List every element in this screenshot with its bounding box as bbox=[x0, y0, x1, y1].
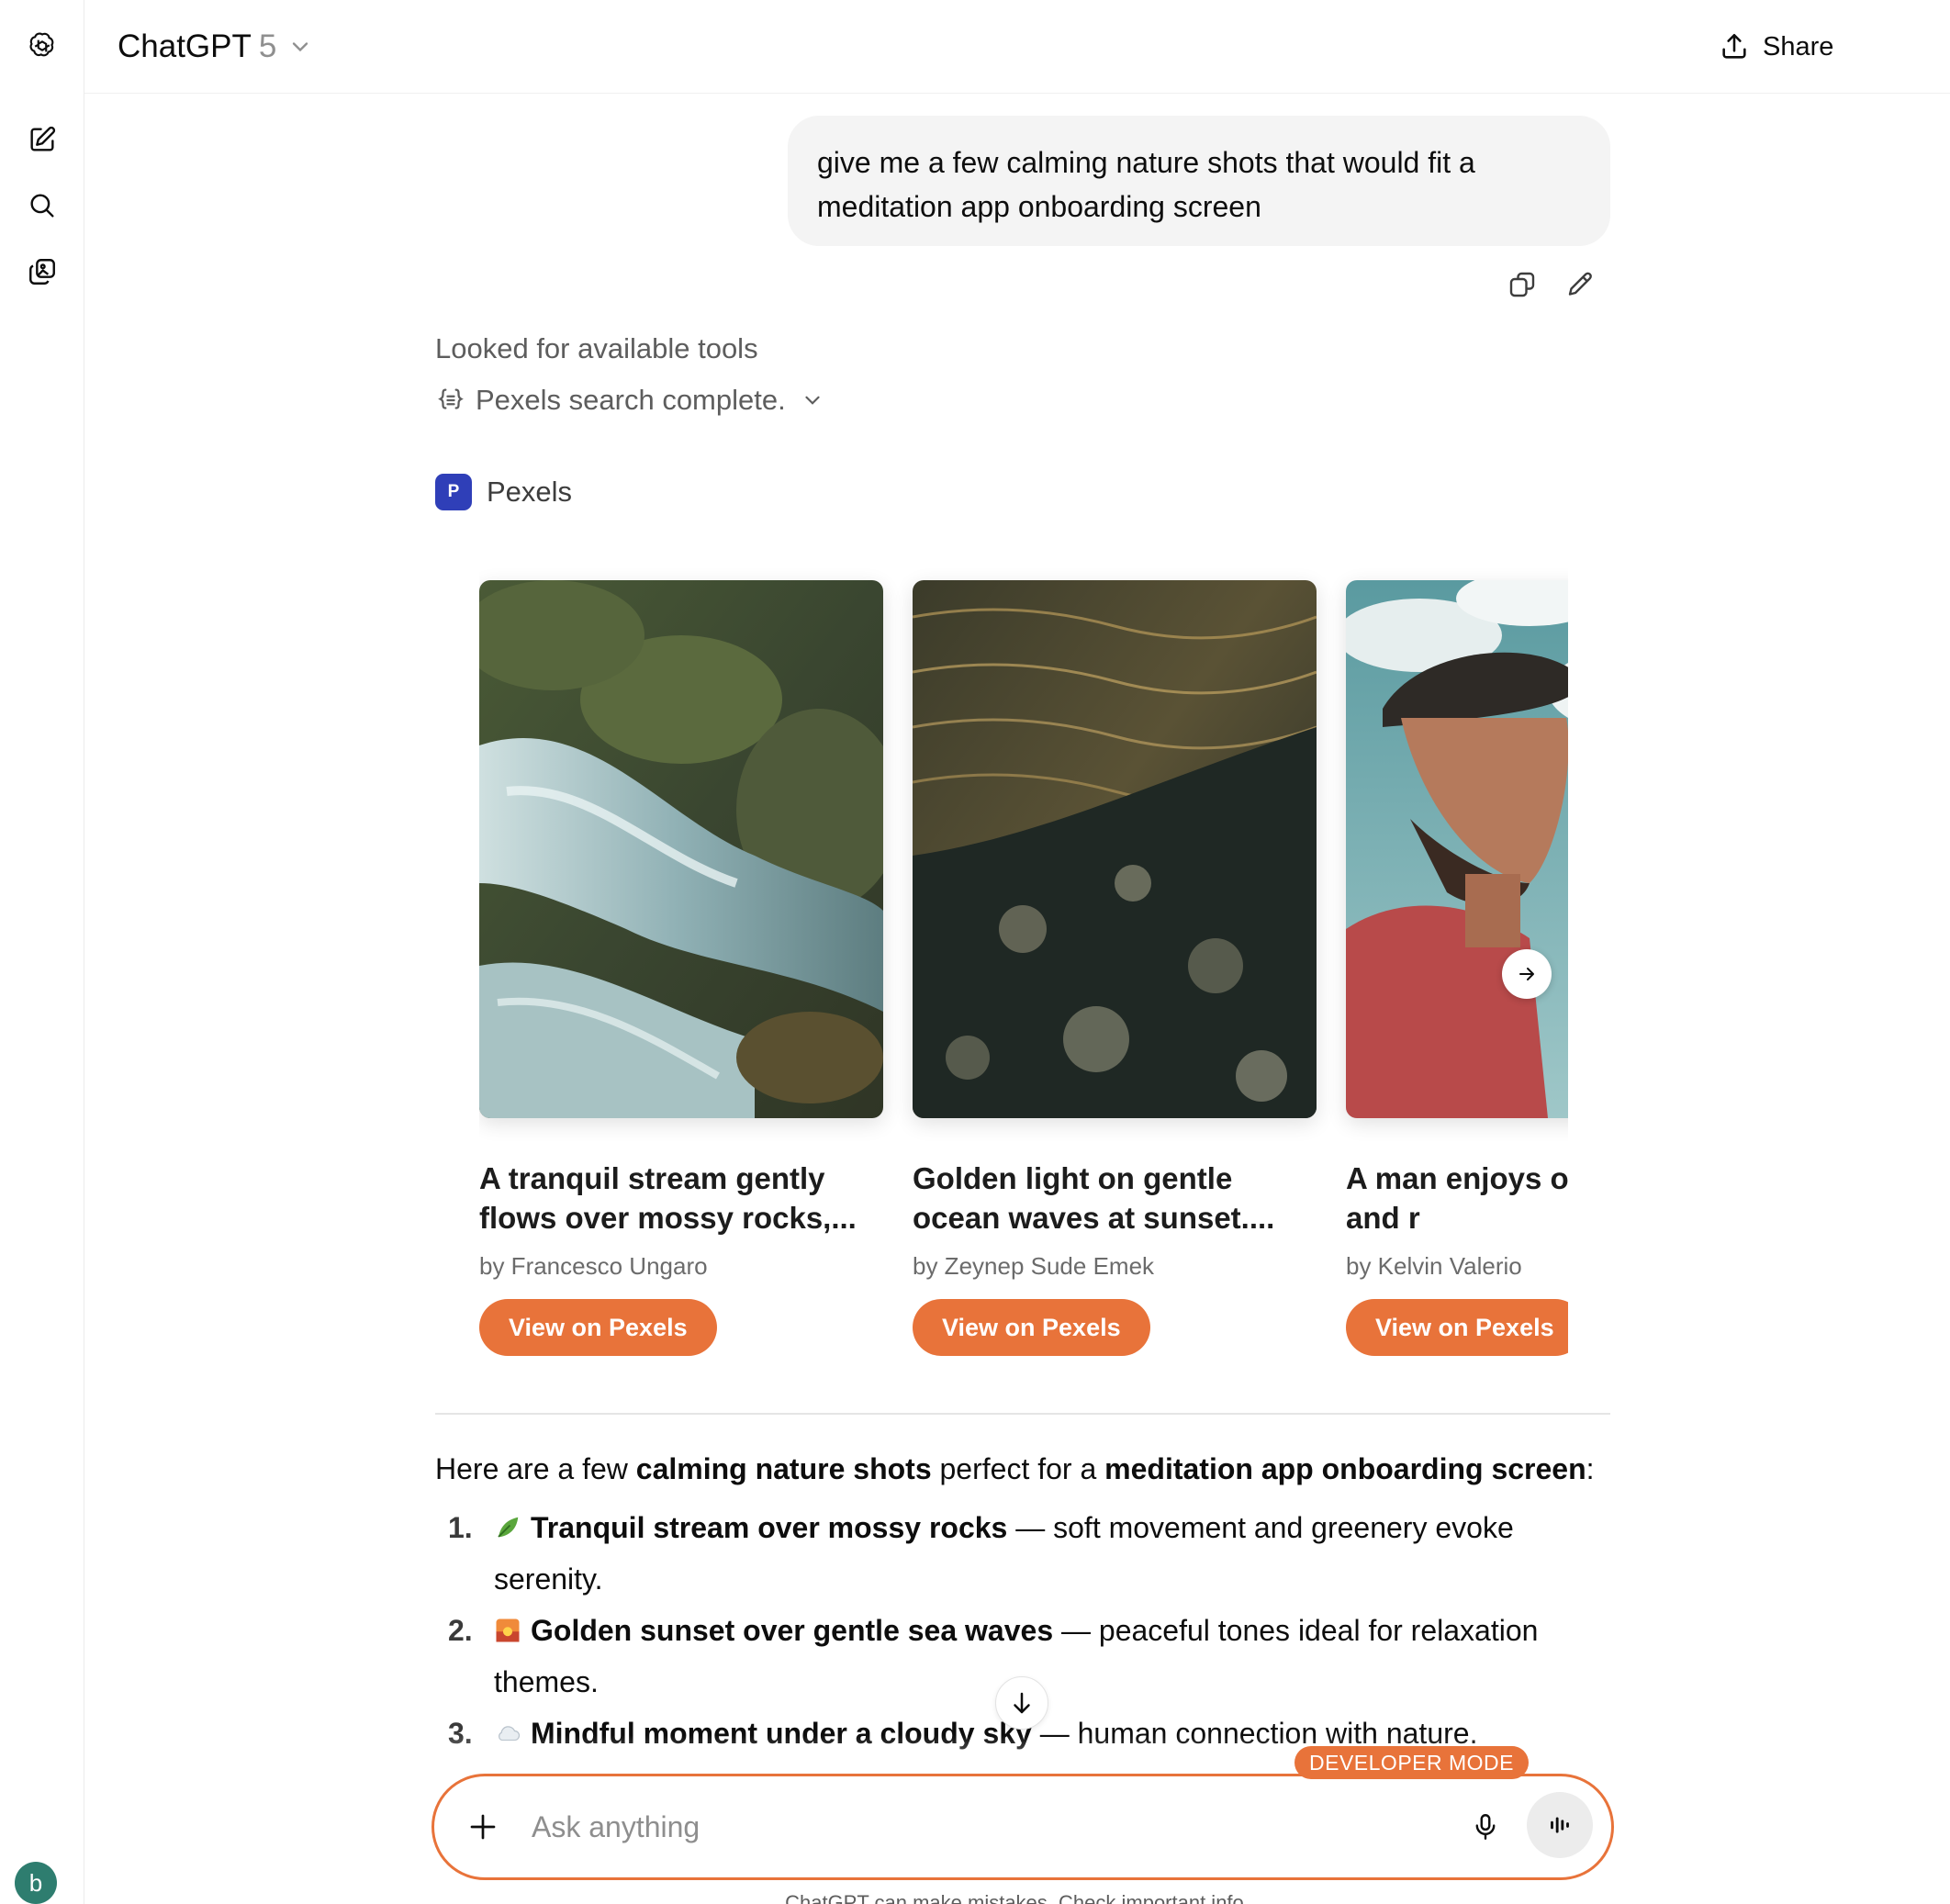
model-version: 5 bbox=[258, 28, 277, 64]
share-button[interactable]: Share bbox=[1719, 22, 1833, 72]
copy-icon bbox=[1509, 272, 1535, 297]
list-item: 1. Tranquil stream over mossy rocks — so… bbox=[435, 1502, 1619, 1605]
prompt-input[interactable] bbox=[532, 1800, 1358, 1854]
openai-logo-icon[interactable] bbox=[15, 18, 70, 73]
ocean-photo[interactable] bbox=[913, 580, 1317, 1118]
source-name: Pexels bbox=[487, 476, 573, 508]
pexels-logo-icon: P bbox=[435, 474, 472, 510]
leaf-icon bbox=[498, 1517, 519, 1538]
view-on-pexels-button[interactable]: View on Pexels bbox=[913, 1299, 1150, 1356]
man-sky-photo[interactable] bbox=[1346, 580, 1568, 1118]
source-header: P Pexels bbox=[435, 474, 572, 510]
image-carousel: A tranquil stream gently flows over moss… bbox=[435, 551, 1610, 1377]
voice-mode-button[interactable] bbox=[1527, 1792, 1593, 1858]
library-icon[interactable] bbox=[15, 244, 70, 299]
left-rail: b bbox=[0, 0, 84, 1904]
copy-message-button[interactable] bbox=[1502, 264, 1542, 305]
top-header: ChatGPT 5 Share bbox=[84, 0, 1950, 94]
arrow-right-icon bbox=[1519, 968, 1534, 980]
image-card[interactable]: A tranquil stream gently flows over moss… bbox=[479, 580, 883, 1356]
card-title: A man enjoys o relaxation and r bbox=[1346, 1161, 1568, 1235]
add-attachment-button[interactable] bbox=[456, 1800, 510, 1854]
developer-mode-badge: DEVELOPER MODE bbox=[1294, 1746, 1529, 1779]
dictate-button[interactable] bbox=[1459, 1800, 1512, 1854]
section-divider bbox=[435, 1413, 1610, 1415]
answer-intro: Here are a few calming nature shots perf… bbox=[435, 1443, 1619, 1495]
item-title: Tranquil stream over mossy rocks bbox=[531, 1511, 1008, 1544]
share-icon bbox=[1722, 33, 1746, 59]
code-braces-icon bbox=[438, 388, 464, 409]
arrow-down-icon bbox=[1014, 1692, 1030, 1714]
scroll-to-bottom-button[interactable] bbox=[995, 1676, 1048, 1730]
card-author: by Kelvin Valerio bbox=[1346, 1252, 1522, 1280]
intro-bold: calming nature shots bbox=[635, 1452, 932, 1485]
intro-text: Here are a few bbox=[435, 1452, 636, 1485]
chevron-down-icon bbox=[293, 42, 308, 52]
intro-text: perfect for a bbox=[931, 1452, 1105, 1485]
model-name: ChatGPT bbox=[118, 28, 252, 64]
card-title: Golden light on gentle ocean waves at su… bbox=[913, 1161, 1275, 1235]
new-chat-icon[interactable] bbox=[15, 112, 70, 167]
share-label: Share bbox=[1763, 31, 1834, 62]
plus-icon bbox=[470, 1814, 496, 1840]
stream-photo[interactable] bbox=[479, 580, 883, 1118]
chevron-down-icon bbox=[805, 396, 820, 405]
card-author: by Zeynep Sude Emek bbox=[913, 1252, 1155, 1280]
intro-text: : bbox=[1586, 1452, 1595, 1485]
card-title: A tranquil stream gently flows over moss… bbox=[479, 1161, 857, 1235]
intro-bold: meditation app onboarding screen bbox=[1104, 1452, 1586, 1485]
list-number: 2. bbox=[448, 1614, 473, 1647]
waveform-icon bbox=[1551, 1817, 1569, 1833]
tools-status: Looked for available tools bbox=[435, 332, 758, 364]
carousel-viewport: A tranquil stream gently flows over moss… bbox=[479, 551, 1568, 1377]
view-on-pexels-button[interactable]: View on Pexels bbox=[479, 1299, 717, 1356]
pencil-icon bbox=[1568, 272, 1592, 296]
image-card[interactable]: Golden light on gentle ocean waves at su… bbox=[913, 580, 1317, 1356]
list-number: 1. bbox=[448, 1511, 473, 1544]
sunset-icon bbox=[496, 1618, 520, 1642]
edit-message-button[interactable] bbox=[1561, 264, 1601, 305]
search-icon[interactable] bbox=[15, 178, 70, 233]
item-title: Golden sunset over gentle sea waves bbox=[531, 1614, 1054, 1647]
composer bbox=[431, 1774, 1614, 1880]
disclaimer: ChatGPT can make mistakes. Check importa… bbox=[785, 1891, 1250, 1904]
carousel-next-button[interactable] bbox=[1502, 949, 1552, 999]
user-message-bubble: give me a few calming nature shots that … bbox=[788, 116, 1610, 246]
search-status-toggle[interactable]: Pexels search complete. bbox=[435, 384, 824, 417]
view-on-pexels-button[interactable]: View on Pexels bbox=[1346, 1299, 1568, 1356]
microphone-icon bbox=[1475, 1814, 1496, 1840]
search-status-label: Pexels search complete. bbox=[476, 384, 786, 416]
model-switcher[interactable]: ChatGPT 5 bbox=[118, 24, 313, 70]
card-author: by Francesco Ungaro bbox=[479, 1252, 708, 1280]
